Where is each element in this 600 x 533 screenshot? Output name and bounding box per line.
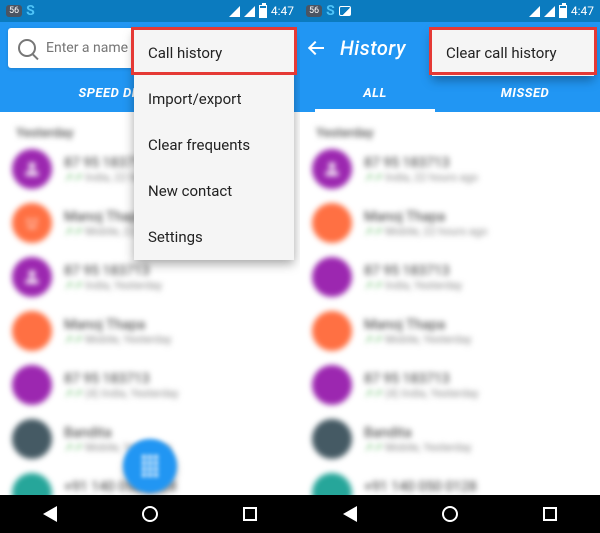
avatar: [12, 203, 52, 243]
phone-left: 56 S 4:47 SPEED DIAL R Yesterday 87 95 1…: [0, 0, 300, 533]
tab-all[interactable]: ALL: [300, 74, 450, 112]
skype-icon: S: [326, 3, 335, 19]
status-bar: 56 S 4:47: [0, 0, 300, 22]
dialpad-fab[interactable]: [123, 439, 177, 493]
avatar: [312, 257, 352, 297]
page-title: History: [340, 36, 406, 60]
avatar: [312, 149, 352, 189]
nav-bar: [300, 495, 600, 533]
menu-clear-frequents[interactable]: Clear frequents: [134, 122, 294, 168]
call-list: Yesterday 87 95 183713India, 22 hours ag…: [300, 112, 600, 495]
nav-home-icon[interactable]: [442, 506, 458, 522]
avatar: [12, 311, 52, 351]
nav-back-icon[interactable]: [43, 506, 57, 522]
avatar: [12, 365, 52, 405]
avatar: [12, 419, 52, 459]
list-item[interactable]: 87 95 183713(4) India, Yesterday: [312, 365, 588, 405]
list-item[interactable]: Manoj ThapaMobile, Yesterday: [12, 311, 288, 351]
signal-icon: [229, 6, 240, 17]
menu-new-contact[interactable]: New contact: [134, 168, 294, 214]
skype-icon: S: [26, 3, 35, 19]
phone-right: 56 S 4:47 History ALL MISSED Yesterday 8…: [300, 0, 600, 533]
list-item[interactable]: 87 95 183713(4) India, Yesterday: [12, 365, 288, 405]
nav-recent-icon[interactable]: [543, 507, 557, 521]
list-item[interactable]: 87 95 183713India, Yesterday: [312, 257, 588, 297]
avatar: [12, 257, 52, 297]
picture-icon: [339, 6, 351, 16]
avatar: [312, 311, 352, 351]
menu-clear-call-history[interactable]: Clear call history: [432, 30, 594, 76]
list-item[interactable]: Manoj ThapaMobile, 22 hours ago: [312, 203, 588, 243]
nav-back-icon[interactable]: [343, 506, 357, 522]
tabs: ALL MISSED: [300, 74, 600, 112]
signal-icon: [529, 6, 540, 17]
signal-icon-2: [244, 6, 255, 17]
list-item[interactable]: 87 95 183713India, Yesterday: [12, 257, 288, 297]
overflow-menu: Call history Import/export Clear frequen…: [134, 30, 294, 260]
menu-import-export[interactable]: Import/export: [134, 76, 294, 122]
avatar: [312, 419, 352, 459]
avatar: [12, 149, 52, 189]
avatar: [312, 203, 352, 243]
signal-icon-2: [544, 6, 555, 17]
list-item[interactable]: BanditaMobile, Yesterday: [312, 419, 588, 459]
battery-icon: [559, 5, 567, 18]
back-arrow-icon[interactable]: [308, 39, 326, 57]
avatar: [312, 365, 352, 405]
clock: 4:47: [271, 4, 294, 18]
overflow-menu: Clear call history: [432, 30, 594, 76]
section-label: Yesterday: [316, 126, 588, 141]
dialpad-icon: [142, 455, 158, 477]
list-item[interactable]: Manoj ThapaMobile, Yesterday: [312, 311, 588, 351]
status-bar: 56 S 4:47: [300, 0, 600, 22]
notification-badge: 56: [306, 5, 322, 17]
nav-bar: [0, 495, 300, 533]
search-icon: [18, 39, 36, 57]
menu-settings[interactable]: Settings: [134, 214, 294, 260]
nav-recent-icon[interactable]: [243, 507, 257, 521]
notification-badge: 56: [6, 5, 22, 17]
tab-missed[interactable]: MISSED: [450, 74, 600, 112]
clock: 4:47: [571, 4, 594, 18]
menu-call-history[interactable]: Call history: [134, 30, 294, 76]
battery-icon: [259, 5, 267, 18]
list-item[interactable]: 87 95 183713India, 22 hours ago: [312, 149, 588, 189]
nav-home-icon[interactable]: [142, 506, 158, 522]
